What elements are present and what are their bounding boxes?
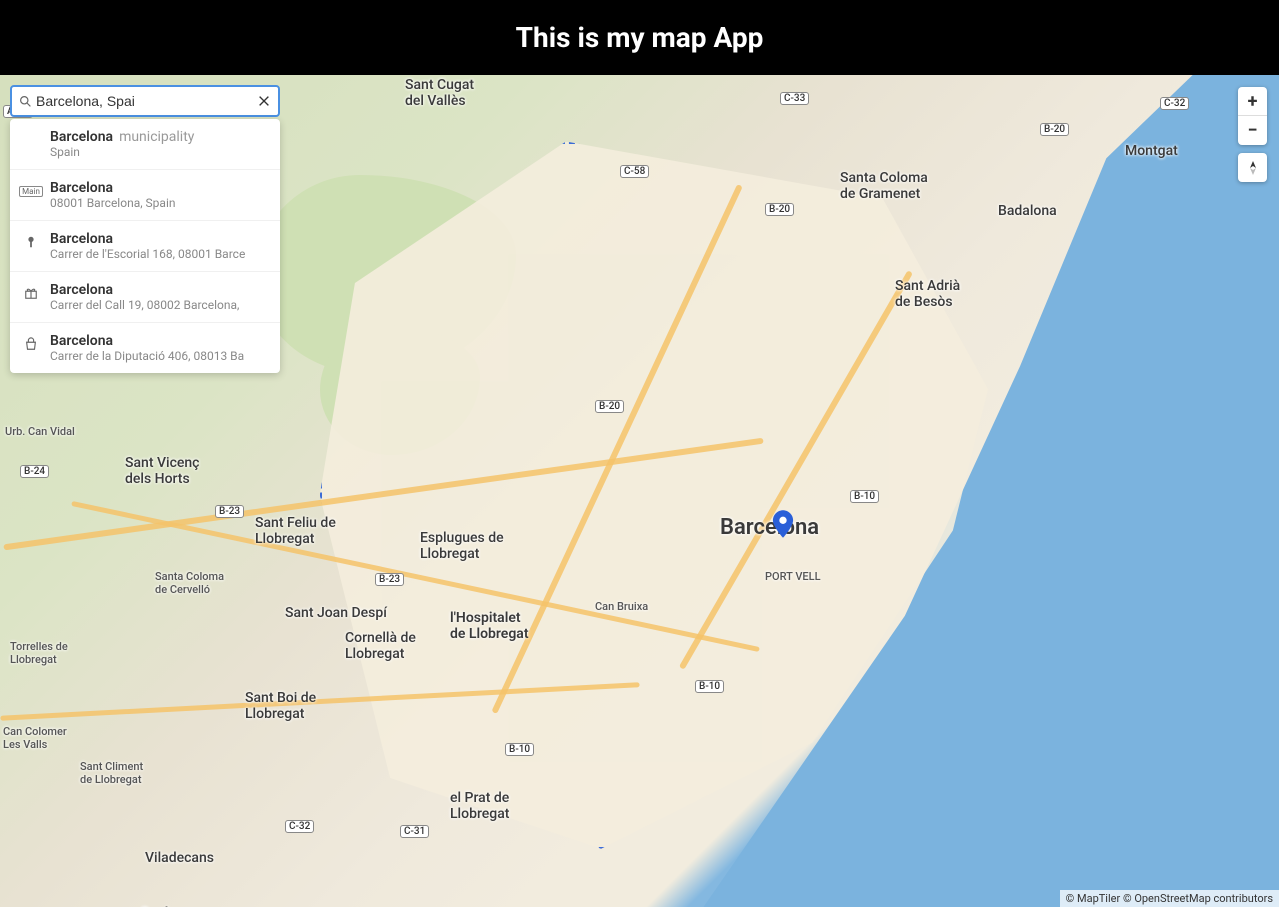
result-text: Barcelona Carrer de la Diputació 406, 08… <box>50 333 268 363</box>
road-label: B-20 <box>595 400 624 413</box>
city-label: Santa Colomade Gramenet <box>840 170 928 202</box>
city-label: Can ColomerLes Valls <box>3 725 67 751</box>
city-label: Cornellà deLlobregat <box>345 630 416 662</box>
road-label: C-32 <box>285 820 314 833</box>
zoom-in-button[interactable]: + <box>1238 87 1267 116</box>
search-panel: Barcelonamunicipality Spain Main Barcelo… <box>10 85 280 373</box>
result-subtitle: 08001 Barcelona, Spain <box>50 196 268 210</box>
search-input[interactable] <box>32 93 256 109</box>
result-subtitle: Carrer de l'Escorial 168, 08001 Barce <box>50 247 268 261</box>
compass-button[interactable] <box>1238 153 1267 182</box>
map-controls: + − <box>1238 87 1267 182</box>
search-result-item[interactable]: Barcelona Carrer del Call 19, 08002 Barc… <box>10 272 280 323</box>
road-label: B-20 <box>765 203 794 216</box>
compass-control-group <box>1238 153 1267 182</box>
result-type-icon <box>22 284 40 302</box>
result-title: Barcelona <box>50 180 268 196</box>
city-label: Montgat <box>1125 143 1178 159</box>
road-label: C-31 <box>400 825 429 838</box>
result-text: Barcelonamunicipality Spain <box>50 129 268 159</box>
app-header: This is my map App <box>0 0 1279 75</box>
result-subtitle: Spain <box>50 145 268 159</box>
road-label: B-10 <box>695 680 724 693</box>
road-label: B-23 <box>375 573 404 586</box>
result-title: Barcelona <box>50 231 268 247</box>
result-type-icon: Main <box>22 182 40 200</box>
city-label: Esplugues deLlobregat <box>420 530 504 562</box>
search-result-item[interactable]: Main Barcelona 08001 Barcelona, Spain <box>10 170 280 221</box>
result-text: Barcelona Carrer del Call 19, 08002 Barc… <box>50 282 268 312</box>
result-title: Barcelona <box>50 282 268 298</box>
city-label: Sant Cugatdel Vallès <box>405 77 474 109</box>
city-label: Santa Colomade Cervelló <box>155 570 224 596</box>
city-label: l'Hospitaletde Llobregat <box>450 610 529 642</box>
result-text: Barcelona Carrer de l'Escorial 168, 0800… <box>50 231 268 261</box>
result-type-icon <box>22 131 40 149</box>
road-label: B-24 <box>20 465 49 478</box>
app-root: This is my map App AP-7C-33B-20C-32B-20C… <box>0 0 1279 907</box>
road-label: B-10 <box>505 743 534 756</box>
result-type-icon <box>22 335 40 353</box>
city-label: PORT VELL <box>765 570 821 583</box>
map-marker[interactable] <box>772 510 794 538</box>
city-label: el Prat deLlobregat <box>450 790 509 822</box>
city-label: Sant Adriàde Besòs <box>895 278 960 310</box>
search-result-item[interactable]: Barcelona Carrer de l'Escorial 168, 0800… <box>10 221 280 272</box>
road-label: C-32 <box>1160 97 1189 110</box>
city-label: Sant Climentde Llobregat <box>80 760 143 786</box>
zoom-control-group: + − <box>1238 87 1267 145</box>
result-subtitle: Carrer de la Diputació 406, 08013 Ba <box>50 349 268 363</box>
city-label: Sant Feliu deLlobregat <box>255 515 336 547</box>
result-type-icon <box>22 233 40 251</box>
search-result-item[interactable]: Barcelona Carrer de la Diputació 406, 08… <box>10 323 280 373</box>
result-title: Barcelona <box>50 333 268 349</box>
search-icon <box>18 94 32 108</box>
result-subtitle: Carrer del Call 19, 08002 Barcelona, <box>50 298 268 312</box>
city-label: Badalona <box>998 203 1057 219</box>
city-label: Sant Vicençdels Horts <box>125 455 199 487</box>
map-city-main-label: Barcelona <box>720 515 819 540</box>
search-result-item[interactable]: Barcelonamunicipality Spain <box>10 119 280 170</box>
result-title: Barcelonamunicipality <box>50 129 268 145</box>
clear-search-icon[interactable] <box>256 93 272 109</box>
city-label: Sant Boi deLlobregat <box>245 690 316 722</box>
road-label: C-58 <box>620 165 649 178</box>
map-attribution[interactable]: © MapTiler © OpenStreetMap contributors <box>1060 890 1279 907</box>
city-label: Torrelles deLlobregat <box>10 640 68 666</box>
road-label: C-33 <box>780 92 809 105</box>
result-text: Barcelona 08001 Barcelona, Spain <box>50 180 268 210</box>
map-viewport[interactable]: AP-7C-33B-20C-32B-20C-58B-20B-10B-24B-23… <box>0 75 1279 907</box>
search-box <box>10 85 280 117</box>
city-label: Can Bruixa <box>595 600 648 613</box>
search-results: Barcelonamunicipality Spain Main Barcelo… <box>10 119 280 373</box>
road-label: B-10 <box>850 490 879 503</box>
zoom-out-button[interactable]: − <box>1238 116 1267 145</box>
app-title: This is my map App <box>516 21 764 54</box>
road-label: B-23 <box>215 505 244 518</box>
city-label: Urb. Can Vidal <box>5 425 75 438</box>
road-label: B-20 <box>1040 123 1069 136</box>
city-label: Viladecans <box>145 850 214 866</box>
city-label: Sant Joan Despí <box>285 605 387 621</box>
